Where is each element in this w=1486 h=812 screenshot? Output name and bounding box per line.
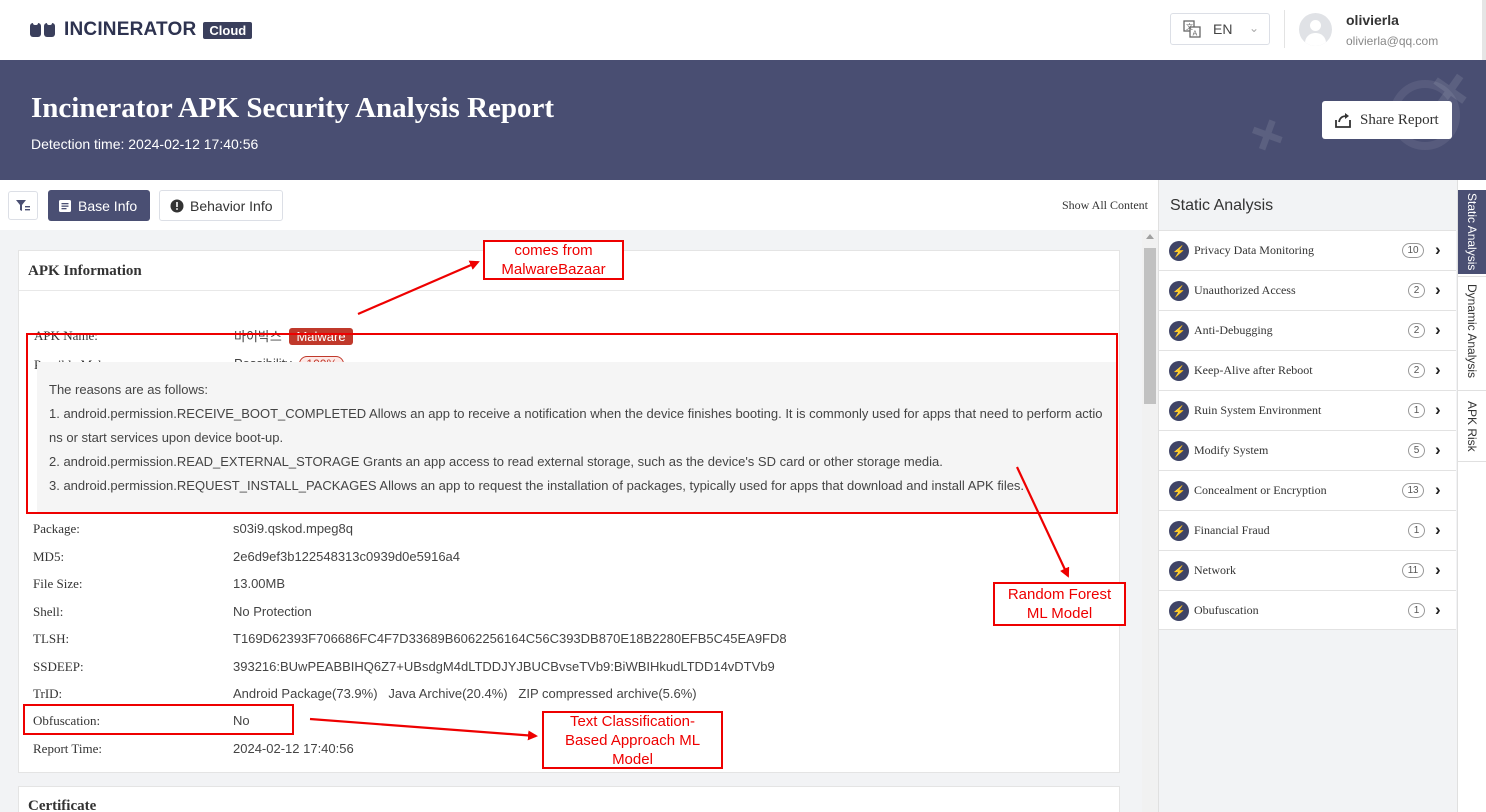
bolt-icon: ⚡ xyxy=(1169,321,1189,341)
arrow-to-malwarebazaar xyxy=(357,260,480,316)
count-badge: 1 xyxy=(1408,523,1425,538)
sidebar-item-financial-fraud[interactable]: ⚡ Financial Fraud 1 › xyxy=(1159,510,1456,550)
count-badge: 2 xyxy=(1408,323,1425,338)
sidebar-item-keep-alive-after-reboot[interactable]: ⚡ Keep-Alive after Reboot 2 › xyxy=(1159,350,1456,390)
bolt-icon: ⚡ xyxy=(1169,281,1189,301)
tab-dynamic-analysis-label: Dynamic Analysis xyxy=(1465,284,1479,379)
sidebar-item-anti-debugging[interactable]: ⚡ Anti-Debugging 2 › xyxy=(1159,310,1456,350)
chevron-right-icon: › xyxy=(1435,320,1441,339)
sidebar-item-label: Privacy Data Monitoring xyxy=(1194,243,1314,257)
bolt-icon: ⚡ xyxy=(1169,481,1189,501)
sidebar-item-label: Obufuscation xyxy=(1194,603,1259,617)
panel-title: Static Analysis xyxy=(1170,197,1274,214)
sidebar-item-concealment-or-encryption[interactable]: ⚡ Concealment or Encryption 13 › xyxy=(1159,470,1456,510)
count-badge: 11 xyxy=(1402,563,1424,578)
static-analysis-list: ⚡ Privacy Data Monitoring 10 › ⚡ Unautho… xyxy=(1159,230,1456,630)
chevron-right-icon: › xyxy=(1435,600,1441,619)
sidebar-item-modify-system[interactable]: ⚡ Modify System 5 › xyxy=(1159,430,1456,470)
count-badge: 1 xyxy=(1408,403,1425,418)
tab-static-analysis-label: Static Analysis xyxy=(1465,193,1479,271)
sidebar-item-unauthorized-access[interactable]: ⚡ Unauthorized Access 2 › xyxy=(1159,270,1456,310)
bolt-icon: ⚡ xyxy=(1169,241,1189,261)
sidebar-item-label: Financial Fraud xyxy=(1194,523,1270,537)
bolt-icon: ⚡ xyxy=(1169,601,1189,621)
arrow-to-random-forest xyxy=(1016,466,1070,578)
sidebar-item-label: Anti-Debugging xyxy=(1194,323,1273,337)
tab-apk-risk[interactable]: APK Risk xyxy=(1458,390,1486,462)
count-badge: 5 xyxy=(1408,443,1425,458)
tab-apk-risk-label: APK Risk xyxy=(1465,400,1479,452)
chevron-right-icon: › xyxy=(1435,520,1441,539)
sidebar-item-obufuscation[interactable]: ⚡ Obufuscation 1 › xyxy=(1159,590,1456,630)
chevron-right-icon: › xyxy=(1435,360,1441,379)
chevron-right-icon: › xyxy=(1435,400,1441,419)
vertical-tabs: Static Analysis Dynamic Analysis APK Ris… xyxy=(1457,180,1486,812)
count-badge: 10 xyxy=(1402,243,1424,258)
bolt-icon: ⚡ xyxy=(1169,521,1189,541)
sidebar-item-ruin-system-environment[interactable]: ⚡ Ruin System Environment 1 › xyxy=(1159,390,1456,430)
sidebar-item-label: Unauthorized Access xyxy=(1194,283,1296,297)
chevron-right-icon: › xyxy=(1435,240,1441,259)
chevron-right-icon: › xyxy=(1435,440,1441,459)
sidebar-item-label: Ruin System Environment xyxy=(1194,403,1322,417)
chevron-right-icon: › xyxy=(1435,280,1441,299)
chevron-right-icon: › xyxy=(1435,480,1441,499)
sidebar-item-label: Concealment or Encryption xyxy=(1194,483,1327,497)
tab-dynamic-analysis[interactable]: Dynamic Analysis xyxy=(1458,276,1486,386)
count-badge: 2 xyxy=(1408,283,1425,298)
chevron-right-icon: › xyxy=(1435,560,1441,579)
count-badge: 2 xyxy=(1408,363,1425,378)
arrow-to-text-classification xyxy=(309,717,538,741)
count-badge: 1 xyxy=(1408,603,1425,618)
tab-static-analysis[interactable]: Static Analysis xyxy=(1458,190,1486,274)
bolt-icon: ⚡ xyxy=(1169,561,1189,581)
sidebar-item-label: Network xyxy=(1194,563,1236,577)
sidebar-item-label: Modify System xyxy=(1194,443,1269,457)
sidebar-item-label: Keep-Alive after Reboot xyxy=(1194,363,1313,377)
bolt-icon: ⚡ xyxy=(1169,361,1189,381)
count-badge: 13 xyxy=(1402,483,1424,498)
sidebar-item-network[interactable]: ⚡ Network 11 › xyxy=(1159,550,1456,590)
sidebar-item-privacy-data-monitoring[interactable]: ⚡ Privacy Data Monitoring 10 › xyxy=(1159,230,1456,270)
static-analysis-panel: Static Analysis ⚡ Privacy Data Monitorin… xyxy=(1158,180,1457,812)
bolt-icon: ⚡ xyxy=(1169,401,1189,421)
bolt-icon: ⚡ xyxy=(1169,441,1189,461)
